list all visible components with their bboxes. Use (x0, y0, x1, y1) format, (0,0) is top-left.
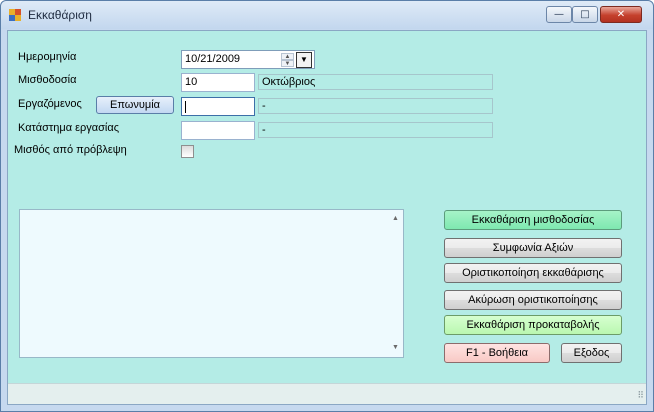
scroll-up-icon[interactable]: ▲ (388, 212, 403, 226)
salary-forecast-checkbox[interactable] (181, 145, 194, 158)
process-payroll-button[interactable]: Εκκαθάριση μισθοδοσίας (444, 210, 622, 230)
maximize-button[interactable]: □ (572, 6, 598, 23)
spin-down-icon[interactable]: ▼ (281, 60, 294, 67)
salary-forecast-label: Μισθός από πρόβλεψη (14, 144, 127, 156)
employee-input[interactable] (181, 97, 255, 116)
employee-lookup-button[interactable]: Επωνυμία (96, 96, 174, 114)
calendar-dropdown-button[interactable]: ▼ (296, 52, 312, 68)
employee-label: Εργαζόμενος (18, 98, 82, 110)
resize-grip-icon[interactable]: ⠿ (637, 390, 644, 401)
app-icon (9, 9, 21, 21)
scroll-down-icon[interactable]: ▼ (388, 341, 403, 355)
process-advance-button[interactable]: Εκκαθάριση προκαταβολής (444, 315, 622, 335)
share-agreement-button[interactable]: Συμφωνία Αξιών (444, 238, 622, 258)
exit-button[interactable]: Εξοδος (561, 343, 622, 363)
date-spinner[interactable]: ▲ ▼ (281, 53, 294, 67)
cancel-finalize-button[interactable]: Ακύρωση οριστικοποίησης (444, 290, 622, 310)
payroll-description: Οκτώβριος (258, 74, 493, 90)
spin-up-icon[interactable]: ▲ (281, 53, 294, 60)
store-description: - (258, 122, 493, 138)
window-title: Εκκαθάριση (28, 8, 92, 22)
help-button[interactable]: F1 - Βοήθεια (444, 343, 550, 363)
title-bar[interactable]: Εκκαθάριση — □ ✕ (1, 1, 653, 29)
status-bar: ⠿ (8, 383, 646, 404)
listbox-scrollbar[interactable]: ▲ ▼ (388, 210, 403, 357)
store-label: Κατάστημα εργασίας (18, 122, 120, 134)
date-picker[interactable]: 10/21/2009 ▲ ▼ ▼ (181, 50, 315, 69)
close-button[interactable]: ✕ (600, 6, 642, 23)
main-window: Εκκαθάριση — □ ✕ Ημερομηνία 10/21/2009 ▲… (0, 0, 654, 412)
employee-description: - (258, 98, 493, 114)
chevron-down-icon: ▼ (300, 55, 308, 64)
form-client-area: Ημερομηνία 10/21/2009 ▲ ▼ ▼ Μισθοδοσία 1… (7, 30, 647, 405)
date-value: 10/21/2009 (185, 53, 241, 65)
payroll-label: Μισθοδοσία (18, 74, 77, 86)
results-listbox[interactable]: ▲ ▼ (19, 209, 404, 358)
minimize-button[interactable]: — (546, 6, 572, 23)
date-label: Ημερομηνία (18, 51, 77, 63)
finalize-button[interactable]: Οριστικοποίηση εκκαθάρισης (444, 263, 622, 283)
text-cursor (185, 101, 186, 113)
store-input[interactable] (181, 121, 255, 140)
payroll-input[interactable]: 10 (181, 73, 255, 92)
